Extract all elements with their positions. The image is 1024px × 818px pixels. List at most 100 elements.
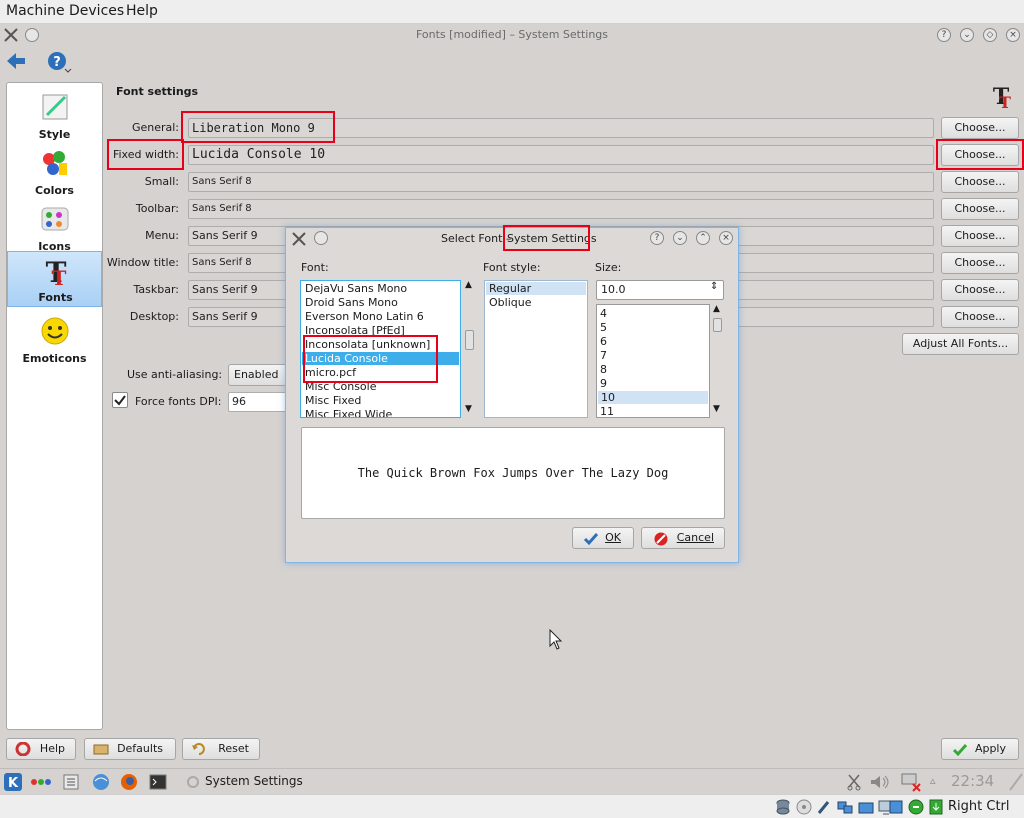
size-spinbox[interactable]: 10.0 ⇕ <box>596 280 724 300</box>
style-icon <box>42 94 68 120</box>
dialog-close-button[interactable]: × <box>719 231 733 245</box>
adjust-all-fonts-button[interactable]: Adjust All Fonts... <box>902 333 1019 355</box>
firefox-icon[interactable] <box>119 772 139 792</box>
list-item[interactable]: DejaVu Sans Mono <box>305 282 407 295</box>
list-item[interactable]: Oblique <box>489 296 531 309</box>
dialog-maximize-button[interactable]: ⌃ <box>696 231 710 245</box>
dialog-tools-icon[interactable] <box>291 231 307 247</box>
dialog-minimize-button[interactable]: ⌄ <box>673 231 687 245</box>
list-item[interactable]: 6 <box>600 335 607 348</box>
taskbar-choose-button[interactable]: Choose... <box>941 279 1019 301</box>
svg-text:T: T <box>52 266 67 288</box>
list-item[interactable]: Everson Mono Latin 6 <box>305 310 424 323</box>
toolbar-choose-button[interactable]: Choose... <box>941 198 1019 220</box>
svg-text:T: T <box>999 93 1011 110</box>
list-item[interactable]: Misc Fixed Wide <box>305 408 392 417</box>
help-menu-icon[interactable]: ? <box>46 50 72 74</box>
force-dpi-checkbox[interactable] <box>112 392 128 408</box>
desktop-cashew-icon[interactable] <box>1008 772 1024 792</box>
help-lifebuoy-icon <box>15 742 31 756</box>
sidebar-item-style[interactable]: Style <box>7 87 102 143</box>
shared-folder-icon[interactable] <box>858 798 874 816</box>
help-button[interactable]: ? <box>937 28 951 42</box>
reset-button[interactable]: Reset <box>182 738 260 760</box>
spin-arrows-icon[interactable]: ⇕ <box>710 281 718 292</box>
menu-devices[interactable]: Devices <box>69 3 124 19</box>
list-item[interactable]: 11 <box>600 405 614 417</box>
desktop-choose-button[interactable]: Choose... <box>941 306 1019 328</box>
help-bottom-button[interactable]: Help <box>6 738 76 760</box>
checkmark-icon <box>114 395 126 406</box>
cancel-button[interactable]: Cancel <box>641 527 725 549</box>
toolbar-label: Toolbar: <box>135 202 179 215</box>
force-dpi-spinbox[interactable]: 96 <box>228 392 288 412</box>
size-list[interactable]: 4 5 6 7 8 9 10 11 <box>596 304 710 418</box>
cpu-icon[interactable] <box>887 798 905 816</box>
task-system-settings[interactable]: System Settings <box>205 774 303 788</box>
list-item[interactable]: 9 <box>600 377 607 390</box>
list-item[interactable]: 4 <box>600 307 607 320</box>
minimize-button[interactable]: ⌄ <box>960 28 974 42</box>
audio-icon[interactable] <box>816 798 832 816</box>
sidebar-item-colors[interactable]: Colors <box>7 143 102 199</box>
sidebar-item-label: Colors <box>35 184 74 197</box>
list-item[interactable]: 7 <box>600 349 607 362</box>
list-item-selected[interactable]: Regular <box>486 282 586 295</box>
scroll-down-icon[interactable]: ▼ <box>713 404 720 414</box>
style-list[interactable]: Regular Oblique <box>484 280 588 418</box>
window-title-choose-button[interactable]: Choose... <box>941 252 1019 274</box>
scroll-up-icon[interactable]: ▲ <box>465 280 472 290</box>
fonts-header-icon: TT <box>993 84 1011 110</box>
small-choose-button[interactable]: Choose... <box>941 171 1019 193</box>
anti-aliasing-select[interactable]: Enabled <box>228 364 288 386</box>
scissors-icon[interactable] <box>846 773 862 791</box>
tray-expand-icon[interactable]: ▵ <box>930 774 936 787</box>
volume-icon[interactable] <box>869 773 891 791</box>
clock[interactable]: 22:34 <box>951 772 994 790</box>
sidebar-item-fonts[interactable]: TT Fonts <box>7 251 102 307</box>
apply-button-label: Apply <box>974 742 1006 755</box>
optical-drive-icon[interactable] <box>796 798 812 816</box>
mouse-integration-icon[interactable] <box>908 798 924 816</box>
scroll-thumb[interactable] <box>713 318 722 332</box>
host-key-icon[interactable] <box>928 798 944 816</box>
sidebar-item-icons[interactable]: Icons <box>7 199 102 255</box>
apply-button[interactable]: Apply <box>941 738 1019 760</box>
list-item-selected[interactable]: 10 <box>598 391 708 404</box>
terminal-icon[interactable] <box>149 773 167 791</box>
size-spin-value: 10.0 <box>601 283 626 296</box>
ok-button[interactable]: OK <box>572 527 634 549</box>
browser-globe-icon[interactable] <box>91 772 111 792</box>
general-choose-button[interactable]: Choose... <box>941 117 1019 139</box>
system-settings-icon[interactable] <box>62 773 80 791</box>
scroll-up-icon[interactable]: ▲ <box>713 304 720 314</box>
list-item[interactable]: 5 <box>600 321 607 334</box>
menu-choose-button[interactable]: Choose... <box>941 225 1019 247</box>
defaults-button[interactable]: Defaults <box>84 738 176 760</box>
font-list-scrollbar[interactable]: ▲ ▼ <box>462 280 478 418</box>
menu-machine[interactable]: Machine <box>6 3 65 19</box>
sidebar-item-emoticons[interactable]: Emoticons <box>7 311 102 367</box>
activities-icon[interactable] <box>30 777 52 787</box>
menu-help[interactable]: Help <box>126 3 158 19</box>
size-list-scrollbar[interactable]: ▲ ▼ <box>710 304 726 418</box>
maximize-button[interactable]: ◇ <box>983 28 997 42</box>
size-label: Size: <box>595 261 622 274</box>
taskbar: K System Settings ▵ 22:34 <box>0 768 1024 794</box>
highlight-general <box>181 111 335 143</box>
close-button[interactable]: × <box>1006 28 1020 42</box>
scroll-down-icon[interactable]: ▼ <box>465 404 472 414</box>
dialog-help-button[interactable]: ? <box>650 231 664 245</box>
taskbar-label: Taskbar: <box>133 283 180 296</box>
list-item[interactable]: Droid Sans Mono <box>305 296 398 309</box>
hard-disk-icon[interactable] <box>775 798 791 816</box>
network-icon[interactable] <box>836 798 854 816</box>
scroll-thumb[interactable] <box>465 330 474 350</box>
network-disconnected-icon[interactable] <box>900 772 922 792</box>
general-label: General: <box>131 121 179 134</box>
back-arrow-icon[interactable] <box>5 51 27 71</box>
list-item[interactable]: Misc Fixed <box>305 394 361 407</box>
dialog-menu-button[interactable] <box>314 231 328 245</box>
list-item[interactable]: 8 <box>600 363 607 376</box>
kde-menu-icon[interactable]: K <box>3 772 23 792</box>
